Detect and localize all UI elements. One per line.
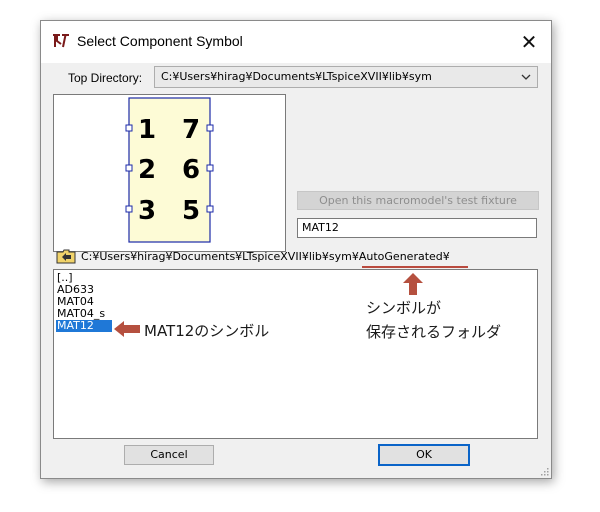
pin-label: 6	[182, 155, 200, 185]
pin-label: 3	[138, 196, 156, 226]
symbol-preview: 1 2 3 7 6 5	[53, 94, 286, 252]
folder-annotation-line2: 保存されるフォルダ	[366, 323, 502, 341]
ltspice-app-icon	[53, 34, 69, 48]
left-arrow-icon	[114, 321, 140, 337]
pin-label: 1	[138, 115, 156, 145]
folder-annotation-line1: シンボルが	[366, 299, 442, 317]
window-title: Select Component Symbol	[77, 33, 243, 49]
pin-label: 5	[182, 196, 200, 226]
cancel-button[interactable]: Cancel	[124, 445, 214, 465]
pin-label: 2	[138, 155, 156, 185]
open-test-fixture-button[interactable]: Open this macromodel's test fixture	[297, 191, 539, 210]
title-bar: Select Component Symbol ✕	[41, 21, 551, 63]
up-arrow-icon	[403, 273, 423, 295]
top-directory-select[interactable]: C:¥Users¥hirag¥Documents¥LTspiceXVII¥lib…	[154, 66, 538, 88]
chevron-down-icon	[521, 74, 531, 80]
resize-grip-icon[interactable]	[539, 466, 549, 476]
select-component-symbol-dialog: Select Component Symbol ✕ Top Directory:…	[40, 20, 552, 479]
symbol-name-field[interactable]: MAT12	[297, 218, 537, 238]
top-directory-value: C:¥Users¥hirag¥Documents¥LTspiceXVII¥lib…	[161, 70, 432, 83]
list-item-selected[interactable]: MAT12	[56, 320, 112, 332]
symbol-annotation: MAT12のシンボル	[144, 322, 270, 340]
top-directory-label: Top Directory:	[68, 71, 143, 85]
close-button[interactable]: ✕	[507, 21, 551, 63]
symbol-file-list[interactable]: [..] AD633 MAT04 MAT04_s MAT12 シンボルが 保存さ…	[53, 269, 538, 439]
current-path: C:¥Users¥hirag¥Documents¥LTspiceXVII¥lib…	[81, 250, 450, 263]
close-icon: ✕	[520, 31, 538, 54]
pin-label: 7	[182, 115, 200, 145]
symbol-name-value: MAT12	[302, 221, 339, 234]
folder-up-icon[interactable]	[56, 248, 76, 264]
ok-button[interactable]: OK	[378, 444, 470, 466]
symbol-drawing: 1 2 3 7 6 5	[125, 97, 214, 243]
path-highlight-underline	[362, 266, 468, 268]
